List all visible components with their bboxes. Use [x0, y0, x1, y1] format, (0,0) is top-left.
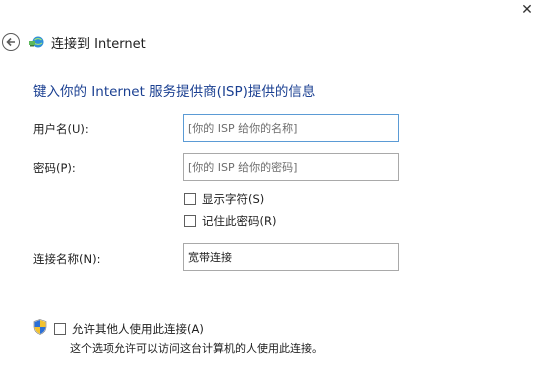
username-label: 用户名(U): — [33, 122, 89, 136]
allow-others-label: 允许其他人使用此连接(A) — [72, 322, 204, 336]
close-icon: ✕ — [521, 2, 533, 18]
back-button[interactable] — [2, 33, 20, 51]
remember-password-label: 记住此密码(R) — [202, 214, 277, 228]
remember-password-option[interactable]: 记住此密码(R) — [184, 213, 276, 229]
remember-password-checkbox[interactable] — [184, 215, 196, 227]
header: 连接到 Internet — [0, 26, 550, 58]
allow-others-option[interactable]: 允许其他人使用此连接(A) — [54, 321, 204, 337]
show-chars-option[interactable]: 显示字符(S) — [184, 191, 264, 207]
instruction-heading: 键入你的 Internet 服务提供商(ISP)提供的信息 — [33, 84, 316, 100]
connection-name-label: 连接名称(N): — [33, 252, 101, 266]
username-field[interactable] — [183, 114, 399, 142]
title-bar: ✕ — [0, 0, 550, 22]
page-title: 连接到 Internet — [51, 37, 146, 52]
password-field[interactable] — [183, 153, 399, 181]
allow-others-checkbox[interactable] — [54, 323, 66, 335]
back-arrow-icon — [6, 37, 15, 47]
allow-others-helper: 这个选项允许可以访问这台计算机的人使用此连接。 — [70, 342, 323, 355]
show-chars-checkbox[interactable] — [184, 193, 196, 205]
password-label: 密码(P): — [33, 161, 76, 175]
uac-shield-icon — [33, 319, 47, 335]
close-button[interactable]: ✕ — [504, 0, 550, 20]
network-connection-icon — [29, 36, 44, 48]
show-chars-label: 显示字符(S) — [202, 192, 265, 206]
connection-name-field[interactable] — [183, 243, 399, 271]
